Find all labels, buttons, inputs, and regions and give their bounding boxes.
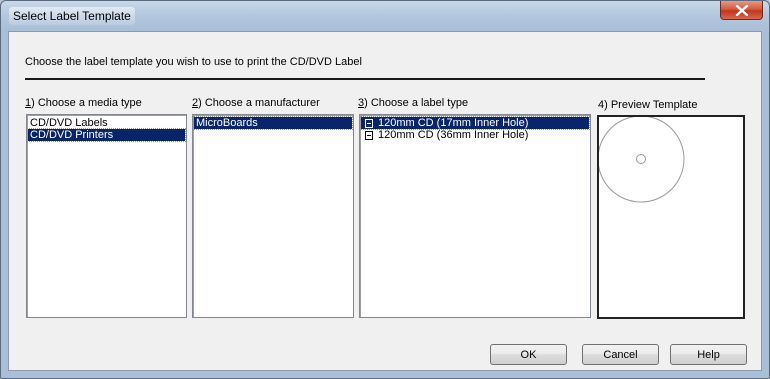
list-item[interactable]: MicroBoards (193, 116, 353, 130)
cd-inner-hole (636, 154, 646, 164)
label-type-list[interactable]: 120mm CD (17mm Inner Hole) 120mm CD (36m… (359, 114, 591, 318)
select-label-template-dialog: Select Label Template Choose the label t… (0, 0, 770, 379)
manufacturer-list[interactable]: MicroBoards (192, 114, 354, 318)
list-item[interactable]: 120mm CD (17mm Inner Hole) (360, 116, 590, 130)
media-type-label: 1) Choose a media type (25, 97, 142, 109)
template-preview (597, 115, 745, 319)
close-button[interactable] (720, 1, 763, 20)
cd-label-preview-graphic (599, 117, 685, 203)
preview-template-label: 4) Preview Template (598, 99, 698, 111)
window-title: Select Label Template (9, 7, 135, 25)
manufacturer-label: 2) Choose a manufacturer (192, 97, 320, 109)
label-type-label: 3) Choose a label type (358, 97, 469, 109)
help-button[interactable]: Help (670, 344, 747, 365)
cancel-button[interactable]: Cancel (582, 344, 659, 365)
close-icon (735, 5, 749, 16)
label-template-icon (365, 130, 373, 140)
list-item[interactable]: 120mm CD (36mm Inner Hole) (361, 129, 589, 141)
separator-line (25, 78, 705, 80)
title-bar[interactable]: Select Label Template (1, 1, 769, 31)
ok-button[interactable]: OK (490, 344, 567, 365)
list-item[interactable]: CD/DVD Printers (27, 128, 186, 142)
label-template-icon (365, 118, 373, 128)
instruction-text: Choose the label template you wish to us… (25, 56, 362, 68)
dialog-body: Choose the label template you wish to us… (8, 31, 762, 371)
list-item[interactable]: CD/DVD Labels (28, 117, 185, 129)
media-type-list[interactable]: CD/DVD Labels CD/DVD Printers (26, 114, 187, 318)
